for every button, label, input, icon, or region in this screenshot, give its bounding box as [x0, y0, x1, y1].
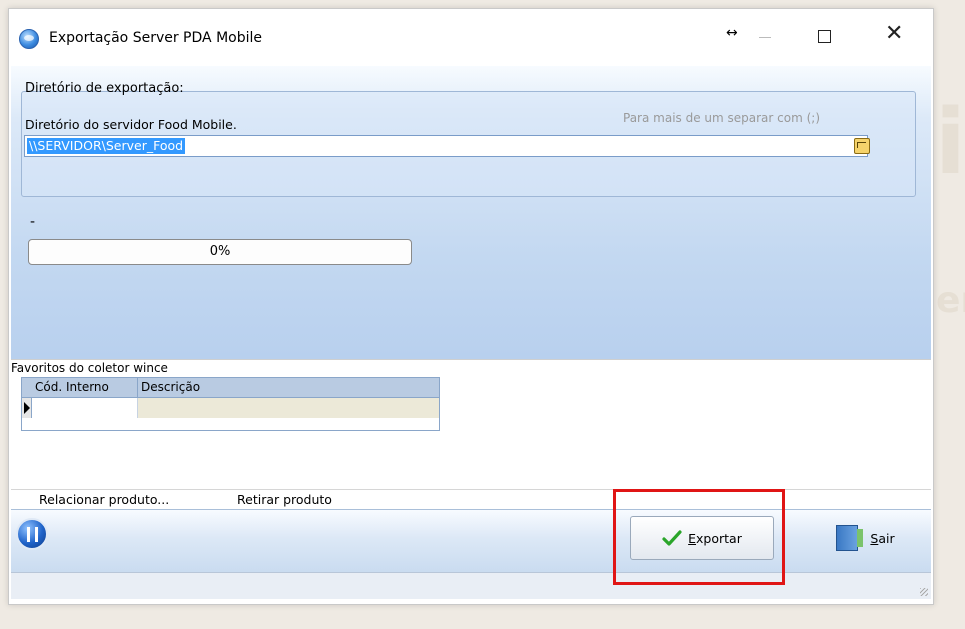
product-actions-bar: Relacionar produto... Retirar produto: [11, 489, 931, 510]
group-title: Diretório de exportação:: [25, 81, 184, 96]
progress-status: -: [30, 214, 36, 230]
close-button[interactable]: ✕: [885, 23, 903, 45]
table-row[interactable]: [22, 397, 439, 418]
cell-code[interactable]: [32, 398, 138, 418]
door-exit-icon: [836, 525, 864, 551]
minimize-button[interactable]: [759, 37, 771, 38]
separator-hint: Para mais de um separar com (;): [623, 111, 821, 125]
favorites-panel: Favoritos do coletor wince Cód. Interno …: [11, 359, 931, 490]
export-panel: Diretório de exportação: Diretório do se…: [11, 66, 931, 359]
progress-bar: 0%: [28, 239, 412, 265]
maximize-button[interactable]: [818, 30, 831, 43]
window-title: Exportação Server PDA Mobile: [49, 30, 262, 46]
folder-browse-icon[interactable]: [854, 138, 870, 154]
grid-corner: [22, 378, 32, 397]
exit-button-label: Sair: [870, 530, 895, 546]
exit-button[interactable]: Sair: [808, 516, 923, 560]
directory-value: \\SERVIDOR\Server_Food: [27, 138, 186, 154]
app-icon: [19, 29, 39, 49]
highlight-annotation: [613, 489, 785, 585]
resize-grip-icon[interactable]: [920, 588, 928, 596]
status-bar: [11, 572, 931, 599]
cell-description[interactable]: [138, 398, 439, 418]
progress-percent: 0%: [209, 244, 231, 259]
relate-product-link[interactable]: Relacionar produto...: [39, 492, 169, 507]
export-window: Exportação Server PDA Mobile ↔ ✕ Diretór…: [8, 8, 934, 605]
footer-toolbar: Exportar Sair: [11, 509, 931, 573]
row-indicator-icon: [22, 398, 32, 418]
title-bar: Exportação Server PDA Mobile ↔ ✕: [9, 9, 933, 66]
remove-product-link[interactable]: Retirar produto: [237, 492, 332, 507]
directory-label: Diretório do servidor Food Mobile.: [25, 117, 237, 132]
directory-input[interactable]: \\SERVIDOR\Server_Food: [24, 135, 870, 157]
column-header-description[interactable]: Descrição: [138, 378, 439, 397]
background-watermark: it: [935, 90, 965, 195]
favorites-grid[interactable]: Cód. Interno Descrição: [21, 377, 440, 431]
resize-icon[interactable]: ↔: [726, 25, 738, 41]
background-watermark: en: [936, 280, 965, 321]
column-header-code[interactable]: Cód. Interno: [32, 378, 138, 397]
favorites-label: Favoritos do coletor wince: [11, 361, 168, 375]
cutlery-logo-icon: [16, 518, 48, 550]
